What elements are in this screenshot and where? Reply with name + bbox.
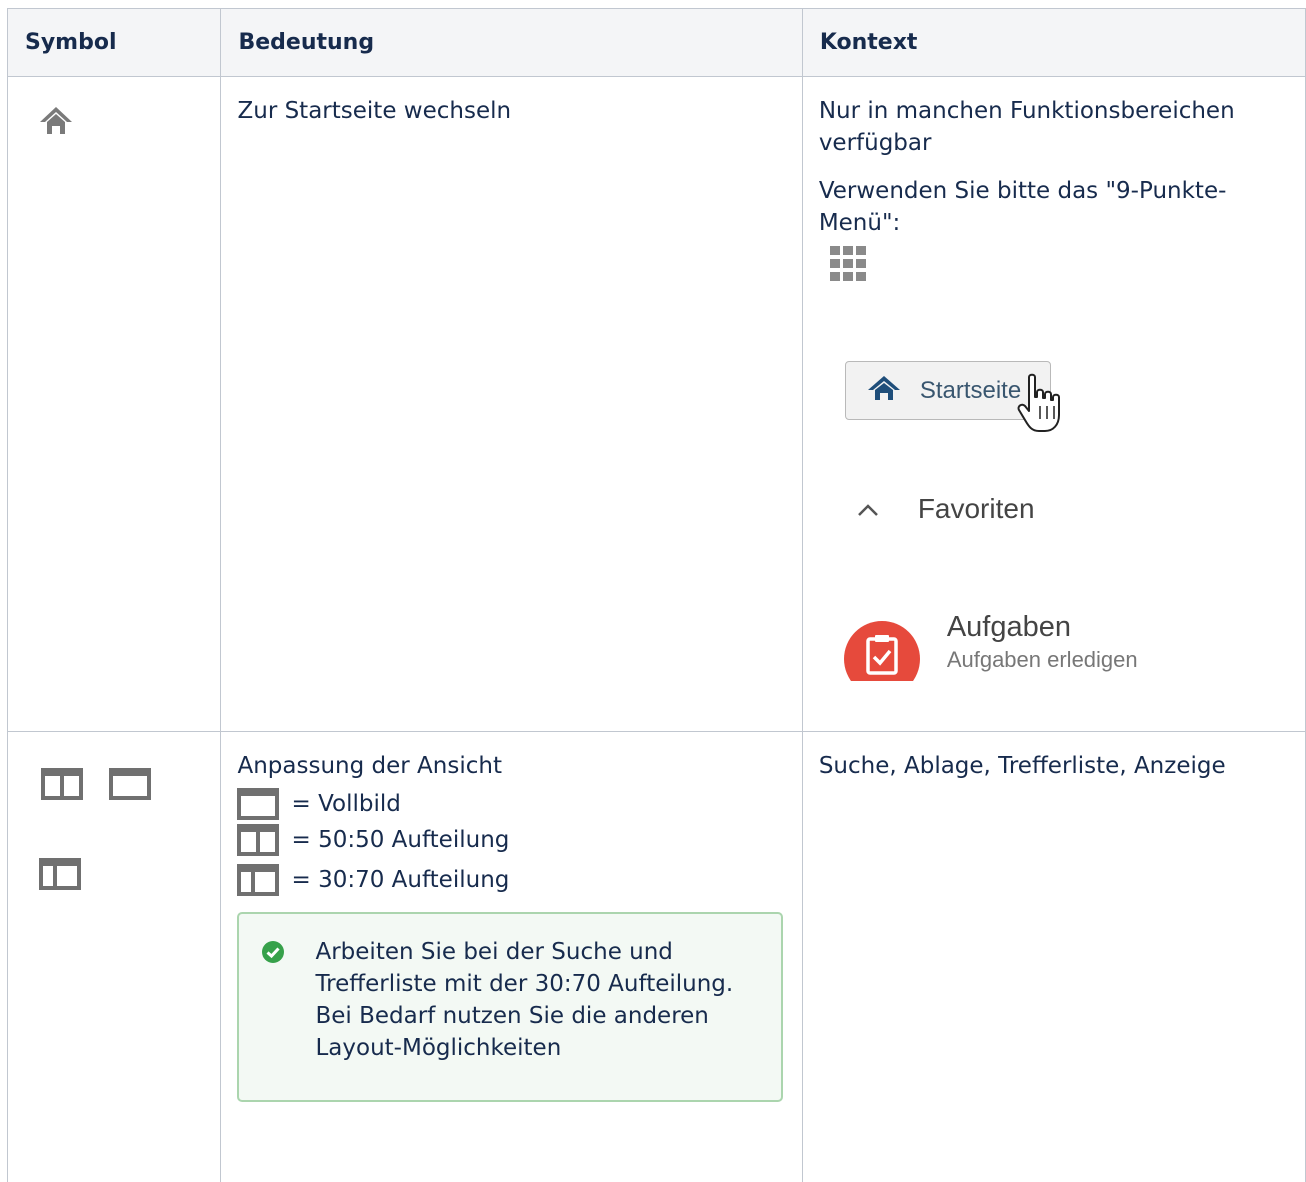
table-row: Zur Startseite wechseln Nur in manchen F… [8,77,1306,732]
chevron-up-icon [857,503,879,517]
layout-5050-label: = 50:50 Aufteilung [291,824,509,856]
context-text: Nur in manchen Funktionsbereichen verfüg… [819,95,1289,159]
meaning-text: Zur Startseite wechseln [237,95,785,127]
symbol-table: Symbol Bedeutung Kontext Zur Startseite … [7,8,1306,1182]
header-meaning: Bedeutung [221,9,802,77]
layout-fullscreen-row: = Vollbild [237,788,785,820]
tasks-sublabel: Aufgaben erledigen [947,647,1138,673]
tasks-icon [844,621,920,681]
meaning-cell: Anpassung der Ansicht = Vollbild = 50:50… [221,732,802,1182]
layout-5050-row: = 50:50 Aufteilung [237,824,785,856]
favorites-label: Favoriten [918,493,1035,525]
meaning-text: Anpassung der Ansicht [237,750,785,782]
symbol-cell [8,77,221,732]
home-icon [39,105,73,135]
context-text: Suche, Ablage, Trefferliste, Anzeige [819,750,1289,782]
start-button-label: Startseite [920,377,1021,405]
split-50-50-icon [41,768,83,800]
split-30-70-icon [237,864,279,896]
meaning-cell: Zur Startseite wechseln [221,77,802,732]
tasks-label: Aufgaben [947,611,1071,643]
check-circle-icon [261,940,285,964]
nine-dot-grid-icon [829,245,869,283]
symbol-cell [8,732,221,1182]
home-icon [867,374,901,402]
menu-screenshot: Startseite Favoriten Au [819,331,1305,731]
layout-fullscreen-label: = Vollbild [291,788,400,820]
hand-cursor-icon [1017,373,1065,435]
context-cell: Nur in manchen Funktionsbereichen verfüg… [802,77,1305,732]
tip-panel: Arbeiten Sie bei der Suche und Trefferli… [237,912,783,1102]
context-text: Verwenden Sie bitte das "9-Punkte-Menü": [819,175,1289,239]
fullscreen-icon [109,768,151,800]
fullscreen-icon [237,788,279,820]
tip-text: Arbeiten Sie bei der Suche und Trefferli… [315,936,775,1064]
table-header-row: Symbol Bedeutung Kontext [8,9,1306,77]
layout-3070-row: = 30:70 Aufteilung [237,864,785,896]
split-50-50-icon [237,824,279,856]
header-context: Kontext [802,9,1305,77]
split-30-70-icon [39,858,81,890]
layout-3070-label: = 30:70 Aufteilung [291,864,509,896]
context-cell: Suche, Ablage, Trefferliste, Anzeige [802,732,1305,1182]
header-symbol: Symbol [8,9,221,77]
table-row: Anpassung der Ansicht = Vollbild = 50:50… [8,732,1306,1182]
